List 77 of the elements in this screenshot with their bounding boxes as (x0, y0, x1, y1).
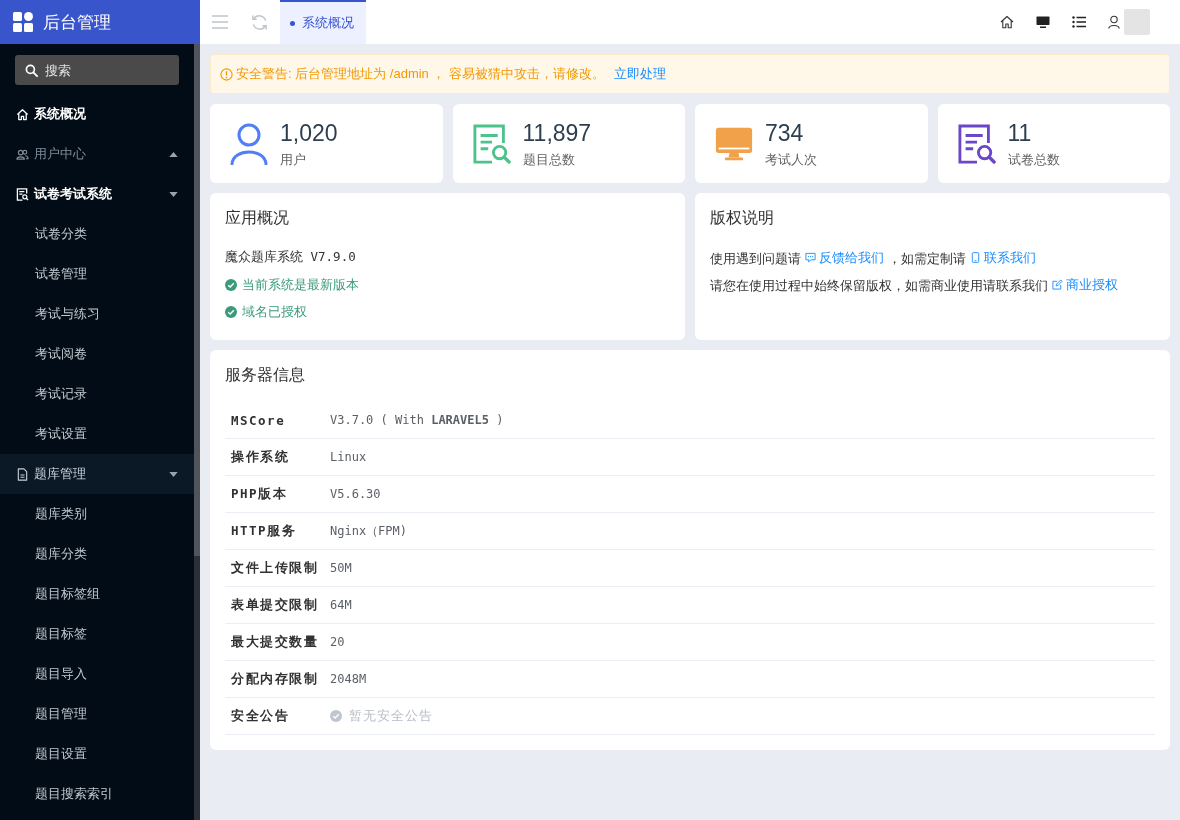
stat-value: 734 (765, 119, 805, 146)
text-link[interactable]: 反馈给我们 (805, 244, 884, 271)
row-label: 操作系统 (231, 448, 290, 466)
row-value: V3.7.0 ( With LARAVEL5 ) (330, 413, 504, 427)
submenu-item[interactable]: 题库分类 (0, 534, 194, 574)
warning-text: 安全警告: 后台管理地址为 /admin ， 容易被猜中攻击，请修改。 (236, 65, 606, 83)
stat-label: 题目总数 (522, 151, 576, 168)
row-label: 最大提交数量 (231, 633, 319, 651)
home-icon[interactable] (1000, 15, 1014, 29)
submenu-item[interactable]: 题库类别 (0, 494, 194, 534)
warning-icon (220, 67, 233, 81)
search-field[interactable]: 搜索 (15, 55, 179, 85)
document-icon (16, 467, 29, 481)
menu-group[interactable]: 题库管理 (0, 454, 194, 494)
card-title: 应用概况 (225, 208, 290, 228)
row-label: HTTP服务 (231, 522, 298, 540)
row-value: 20 (330, 635, 345, 649)
version-text: 魔众题库系统 V7.9.0 (225, 248, 357, 266)
status-text: 域名已授权 (242, 302, 307, 321)
row-label: 文件上传限制 (231, 559, 319, 577)
row-label: 表单提交限制 (231, 596, 319, 614)
row-value: Linux (330, 450, 367, 464)
stat-label: 用户 (280, 151, 307, 168)
tab[interactable]: 系统概况 (280, 0, 366, 44)
row-value: 50M (330, 561, 352, 575)
document-search-icon (16, 187, 29, 201)
submenu-item[interactable]: 考试与练习 (0, 294, 194, 334)
row-value: Nginx（FPM) (330, 522, 408, 540)
row-label: 安全公告 (231, 707, 290, 725)
check-icon (225, 305, 237, 318)
status-text: 当前系统是最新版本 (242, 275, 359, 294)
copyright-text: 使用遇到问题请 反馈给我们 ，如需定制请 联系我们 (710, 244, 1155, 271)
submenu-item[interactable]: 题目标签 (0, 614, 194, 654)
logo-icon (13, 12, 33, 32)
row-value: 2048M (330, 672, 367, 686)
notice-text: 暂无安全公告 (349, 707, 433, 725)
list-icon[interactable] (1072, 15, 1086, 29)
edit-icon (1052, 279, 1063, 290)
submenu-item[interactable]: 题目导入 (0, 654, 194, 694)
submenu-item[interactable]: 试卷分类 (0, 214, 194, 254)
submenu-item[interactable]: 考试设置 (0, 414, 194, 454)
check-icon (225, 278, 237, 291)
chat-icon (805, 252, 816, 263)
card-title: 服务器信息 (225, 365, 306, 385)
dot-icon (290, 20, 295, 26)
stat-value: 1,020 (280, 119, 338, 146)
copyright-text: 请您在使用过程中始终保留版权，如需商业使用请联系我们 商业授权 (710, 271, 1155, 298)
submenu-item[interactable]: 考试阅卷 (0, 334, 194, 374)
stat-value: 11 (1007, 119, 1033, 146)
submenu-item[interactable]: 题目设置 (0, 734, 194, 774)
text-link[interactable]: 联系我们 (970, 244, 1036, 271)
scrollbar-thumb[interactable] (194, 44, 200, 556)
search-icon (25, 64, 38, 77)
card-title: 版权说明 (710, 208, 775, 228)
submenu-item[interactable]: 考试记录 (0, 374, 194, 414)
app-title: 后台管理 (43, 11, 111, 34)
check-icon (330, 710, 342, 722)
submenu-item[interactable]: 题目管理 (0, 694, 194, 734)
home-icon (16, 107, 29, 121)
row-label: 分配内存限制 (231, 670, 319, 688)
menu-item[interactable]: 系统概况 (0, 94, 194, 134)
row-value: 64M (330, 598, 352, 612)
phone-icon (970, 252, 981, 263)
text-link[interactable]: 商业授权 (1052, 271, 1118, 298)
submenu-item[interactable]: 试卷管理 (0, 254, 194, 294)
user-icon[interactable] (1108, 15, 1120, 29)
stat-value: 11,897 (522, 119, 592, 146)
stat-label: 试卷总数 (1007, 151, 1060, 168)
submenu-item[interactable]: 题目搜索索引 (0, 774, 194, 814)
stat-label: 考试人次 (765, 151, 817, 168)
submenu-item[interactable]: 题目标签组 (0, 574, 194, 614)
users-icon (16, 147, 29, 161)
menu-group[interactable]: 试卷考试系统 (0, 174, 194, 214)
row-label: PHP版本 (231, 485, 289, 503)
row-label: MSCore (231, 412, 287, 428)
monitor-icon[interactable] (1036, 15, 1050, 29)
row-value: V5.6.30 (330, 487, 381, 501)
